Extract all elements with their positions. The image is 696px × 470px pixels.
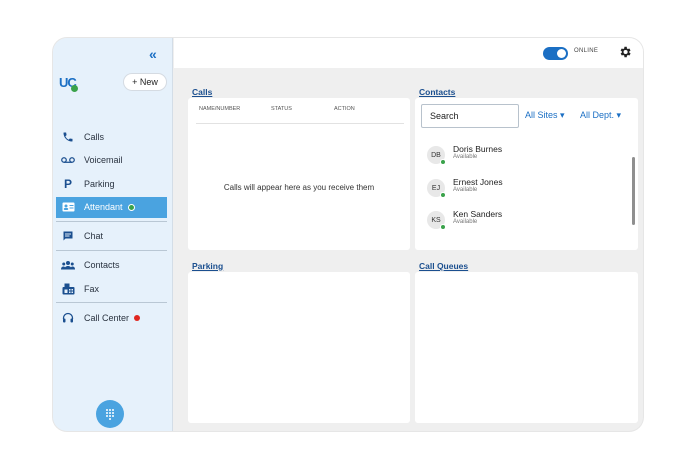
contacts-section-title: Contacts <box>419 87 456 97</box>
contact-item[interactable]: EJ Ernest Jones Available <box>427 175 577 199</box>
app-logo: UC <box>59 74 81 92</box>
sidebar-item-attendant[interactable]: Attendant <box>56 196 167 218</box>
contact-item[interactable]: KS Ken Sanders Available <box>427 207 577 231</box>
avatar: KS <box>427 211 446 230</box>
filter-dept-dropdown[interactable]: All Dept. ▾ <box>580 110 621 121</box>
gear-icon[interactable] <box>618 45 632 59</box>
sidebar-item-parking[interactable]: P Parking <box>56 173 167 194</box>
sidebar-item-call-center[interactable]: Call Center <box>56 307 167 328</box>
avatar-initials: KS <box>431 216 441 224</box>
nav-divider <box>56 302 167 303</box>
fax-icon <box>61 283 75 295</box>
online-status-toggle[interactable] <box>543 47 568 60</box>
sidebar-item-voicemail[interactable]: Voicemail <box>56 150 167 171</box>
contact-name: Doris Burnes <box>453 144 503 154</box>
sidebar-nav: Calls Voicemail P Parking Attendant Chat… <box>56 126 167 331</box>
avatar: DB <box>427 146 446 165</box>
parking-section-title: Parking <box>192 261 224 271</box>
parking-panel <box>188 272 410 423</box>
chat-icon <box>61 230 75 242</box>
sidebar-item-label: Attendant <box>84 202 123 212</box>
new-button[interactable]: + New <box>123 73 167 91</box>
sidebar-item-label: Calls <box>84 131 105 142</box>
nav-divider <box>56 220 167 222</box>
headset-icon <box>61 312 75 324</box>
contacts-icon <box>61 259 75 271</box>
avatar-initials: DB <box>431 151 441 159</box>
avatar-initials: EJ <box>431 184 441 192</box>
contacts-search-input[interactable]: Search <box>421 104 519 128</box>
nav-divider <box>56 249 167 251</box>
presence-indicator <box>440 192 446 198</box>
table-header-divider <box>196 123 404 124</box>
contacts-scrollbar[interactable] <box>632 157 635 225</box>
sidebar-item-label: Call Center <box>84 312 130 323</box>
sidebar-item-fax[interactable]: Fax <box>56 278 167 299</box>
calls-panel: NAME/NUMBER STATUS ACTION Calls will app… <box>188 98 410 250</box>
app-window: « UC + New Calls Voicemail P Parking Att… <box>53 38 643 431</box>
contact-status: Available <box>453 219 478 225</box>
sidebar-item-chat[interactable]: Chat <box>56 226 167 247</box>
contact-name: Ken Sanders <box>453 209 503 219</box>
call-queues-panel <box>415 272 638 423</box>
sidebar-item-label: Chat <box>84 231 104 241</box>
dialpad-button[interactable] <box>96 400 124 428</box>
contact-status: Available <box>453 154 478 160</box>
contact-status: Available <box>453 187 478 193</box>
logo-dot <box>71 85 78 92</box>
column-header-name-number: NAME/NUMBER <box>199 106 241 112</box>
call-queues-section-title: Call Queues <box>419 261 469 271</box>
collapse-sidebar-icon[interactable]: « <box>149 46 157 62</box>
sidebar-item-contacts[interactable]: Contacts <box>56 255 167 276</box>
sidebar-item-label: Fax <box>84 283 100 294</box>
sidebar-item-label: Voicemail <box>84 155 123 165</box>
sidebar-item-label: Parking <box>84 178 115 189</box>
sidebar: « UC + New Calls Voicemail P Parking Att… <box>53 38 173 431</box>
contact-item[interactable]: DB Doris Burnes Available <box>427 142 577 166</box>
column-header-action: ACTION <box>334 106 355 112</box>
presence-indicator <box>440 159 446 165</box>
phone-icon <box>61 131 75 143</box>
contact-name: Ernest Jones <box>453 177 503 187</box>
top-bar: ONLINE <box>174 38 643 68</box>
sidebar-item-label: Contacts <box>84 260 120 270</box>
presence-indicator <box>440 224 446 230</box>
avatar: EJ <box>427 179 446 198</box>
contacts-panel: Search All Sites ▾ All Dept. ▾ DB Doris … <box>415 98 638 250</box>
calls-empty-message: Calls will appear here as you receive th… <box>223 183 375 192</box>
call-center-status-indicator <box>134 314 141 321</box>
parking-icon: P <box>63 176 72 191</box>
filter-sites-dropdown[interactable]: All Sites ▾ <box>525 110 565 121</box>
calls-section-title: Calls <box>192 87 213 97</box>
dialpad-icon <box>106 409 114 420</box>
online-status-label: ONLINE <box>574 48 599 54</box>
voicemail-icon <box>61 154 75 166</box>
column-header-status: STATUS <box>271 106 292 112</box>
sidebar-item-calls[interactable]: Calls <box>56 126 167 147</box>
attendant-icon <box>61 201 75 213</box>
attendant-status-indicator <box>127 203 135 211</box>
